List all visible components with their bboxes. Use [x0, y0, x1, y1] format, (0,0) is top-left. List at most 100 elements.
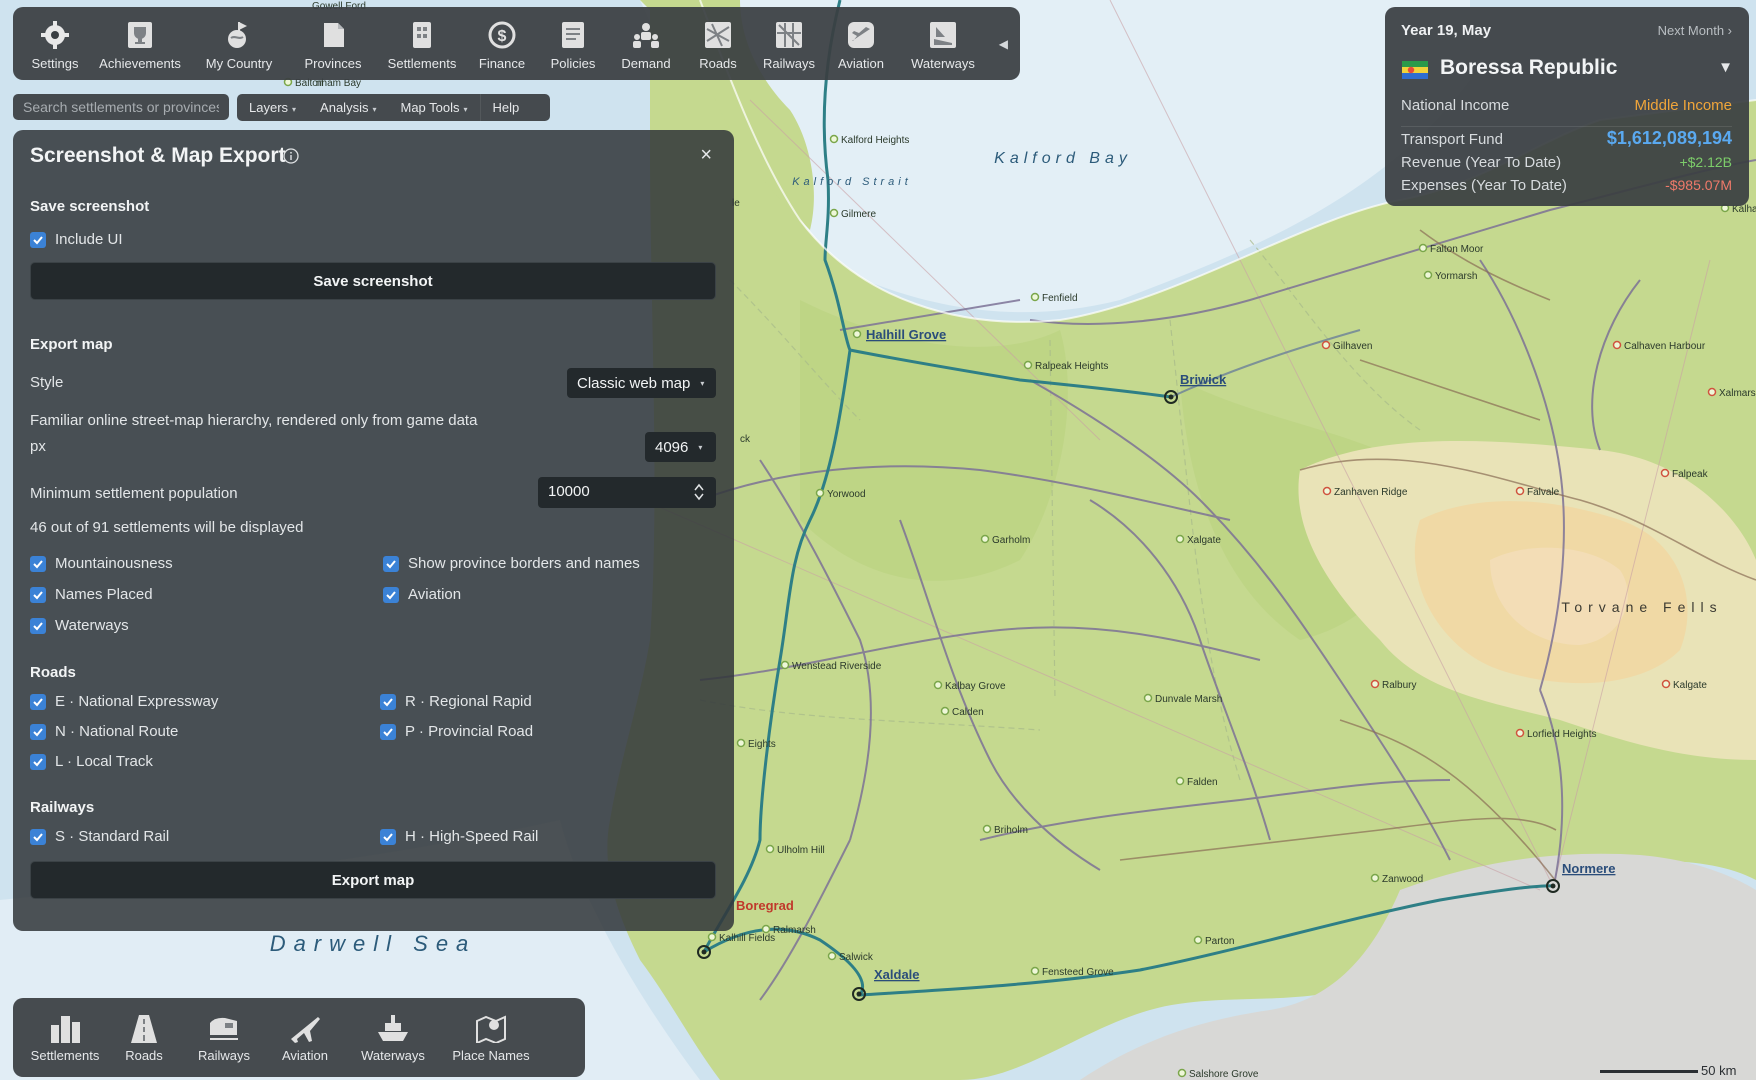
- info-icon[interactable]: [283, 148, 299, 164]
- mountainousness-checkbox[interactable]: Mountainousness: [30, 555, 173, 572]
- settlement-dot[interactable]: [1321, 340, 1331, 350]
- min-population-stepper[interactable]: 10000: [538, 477, 716, 508]
- road-l-checkbox[interactable]: L · Local Track: [30, 753, 153, 770]
- major-city-label[interactable]: Xaldale: [874, 967, 920, 982]
- settlement-label[interactable]: Calden: [952, 707, 984, 718]
- bottom-railways[interactable]: Railways: [185, 998, 263, 1077]
- stepper-arrows-icon[interactable]: [694, 482, 704, 502]
- city-station-center[interactable]: [701, 949, 707, 955]
- toolbar-policies[interactable]: Policies: [537, 7, 609, 80]
- settlement-label[interactable]: Falton Moor: [1430, 244, 1484, 255]
- country-dropdown-icon[interactable]: ▼: [1718, 59, 1733, 76]
- settlement-dot[interactable]: [1143, 693, 1153, 703]
- settlement-label[interactable]: Dunvale Marsh: [1155, 694, 1222, 705]
- bottom-waterways[interactable]: Waterways: [347, 998, 439, 1077]
- city-station-center[interactable]: [1168, 394, 1174, 400]
- save-screenshot-button[interactable]: Save screenshot: [30, 262, 716, 300]
- settlement-dot[interactable]: [980, 534, 990, 544]
- settlement-label[interactable]: Zanwood: [1382, 874, 1423, 885]
- toolbar-waterways[interactable]: Waterways: [897, 7, 989, 80]
- px-select[interactable]: 4096 ▾: [645, 432, 716, 462]
- settlement-dot[interactable]: [1023, 360, 1033, 370]
- toolbar-my-country[interactable]: My Country: [189, 7, 289, 80]
- settlement-dot[interactable]: [707, 932, 717, 942]
- settlement-label[interactable]: Fenfield: [1042, 293, 1078, 304]
- settlement-dot[interactable]: [933, 680, 943, 690]
- settlement-label[interactable]: Kalford Heights: [841, 135, 909, 146]
- settlement-label[interactable]: Yormarsh: [1435, 271, 1477, 282]
- settlement-label[interactable]: Falvale: [1527, 487, 1560, 498]
- settlement-dot[interactable]: [1660, 468, 1670, 478]
- settlement-label[interactable]: Kalbay Grove: [945, 681, 1006, 692]
- include-ui-checkbox[interactable]: Include UI: [30, 231, 123, 248]
- toolbar-demand[interactable]: Demand: [609, 7, 683, 80]
- settlement-dot[interactable]: [1423, 270, 1433, 280]
- next-month-button[interactable]: Next Month ›: [1658, 23, 1732, 38]
- settlement-label[interactable]: Kalhill Fields: [719, 933, 775, 944]
- settlement-label[interactable]: Eights: [748, 739, 776, 750]
- settlement-dot[interactable]: [1707, 387, 1717, 397]
- city-station-center[interactable]: [1550, 883, 1556, 889]
- rail-h-checkbox[interactable]: H · High-Speed Rail: [380, 828, 538, 845]
- bottom-roads[interactable]: Roads: [103, 998, 185, 1077]
- bottom-settlements[interactable]: Settlements: [27, 998, 103, 1077]
- toolbar-roads[interactable]: Roads: [683, 7, 753, 80]
- settlement-label[interactable]: Ulholm Hill: [777, 845, 825, 856]
- settlement-dot[interactable]: [827, 951, 837, 961]
- menu-layers[interactable]: Layers ▾: [237, 100, 308, 115]
- bottom-place-names[interactable]: Place Names: [439, 998, 543, 1077]
- names-placed-checkbox[interactable]: Names Placed: [30, 586, 153, 603]
- road-e-checkbox[interactable]: E · National Expressway: [30, 693, 218, 710]
- settlement-dot[interactable]: [852, 329, 862, 339]
- settlement-dot[interactable]: [1612, 340, 1622, 350]
- settlement-label[interactable]: Ralmarsh: [773, 925, 816, 936]
- toolbar-settings[interactable]: Settings: [19, 7, 91, 80]
- major-city-label[interactable]: Briwick: [1180, 372, 1227, 387]
- rail-s-checkbox[interactable]: S · Standard Rail: [30, 828, 169, 845]
- road-p-checkbox[interactable]: P · Provincial Road: [380, 723, 533, 740]
- settlement-dot[interactable]: [815, 488, 825, 498]
- settlement-dot[interactable]: [761, 924, 771, 934]
- settlement-dot[interactable]: [829, 134, 839, 144]
- major-city-label[interactable]: Boregrad: [736, 898, 794, 913]
- settlement-dot[interactable]: [1193, 935, 1203, 945]
- waterways-checkbox[interactable]: Waterways: [30, 617, 129, 634]
- city-station-center[interactable]: [856, 991, 862, 997]
- menu-analysis[interactable]: Analysis ▾: [308, 100, 388, 115]
- settlement-label[interactable]: Falpeak: [1672, 469, 1709, 480]
- toolbar-provinces[interactable]: Provinces: [289, 7, 377, 80]
- settlement-label[interactable]: Garholm: [992, 535, 1030, 546]
- settlement-label[interactable]: Xalmars: [1719, 388, 1756, 399]
- major-city-label[interactable]: Normere: [1562, 861, 1615, 876]
- settlement-label[interactable]: Zanhaven Ridge: [1334, 487, 1408, 498]
- search-input[interactable]: [13, 94, 229, 120]
- settlement-dot[interactable]: [829, 208, 839, 218]
- settlement-dot[interactable]: [780, 660, 790, 670]
- partial-place-label[interactable]: ck: [740, 434, 751, 445]
- settlement-label[interactable]: Salshore Grove: [1189, 1069, 1259, 1080]
- settlement-dot[interactable]: [1418, 243, 1428, 253]
- settlement-label[interactable]: Yorwood: [827, 489, 866, 500]
- settlement-dot[interactable]: [1175, 776, 1185, 786]
- settlement-dot[interactable]: [736, 738, 746, 748]
- settlement-label[interactable]: Gilhaven: [1333, 341, 1372, 352]
- settlement-dot[interactable]: [1515, 486, 1525, 496]
- settlement-label[interactable]: Gilmere: [841, 209, 876, 220]
- settlement-label[interactable]: Salwick: [839, 952, 874, 963]
- settlement-dot[interactable]: [765, 844, 775, 854]
- settlement-dot[interactable]: [982, 824, 992, 834]
- toolbar-finance[interactable]: $ Finance: [467, 7, 537, 80]
- settlement-label[interactable]: Ralpeak Heights: [1035, 361, 1108, 372]
- settlement-label[interactable]: Fensteed Grove: [1042, 967, 1114, 978]
- toolbar-achievements[interactable]: Achievements: [91, 7, 189, 80]
- settlement-label[interactable]: Ralbury: [1382, 680, 1416, 691]
- settlement-label[interactable]: Lorfield Heights: [1527, 729, 1596, 740]
- settlement-dot[interactable]: [1030, 966, 1040, 976]
- settlement-dot[interactable]: [1322, 486, 1332, 496]
- settlement-label[interactable]: Kalgate: [1673, 680, 1707, 691]
- toolbar-aviation[interactable]: Aviation: [825, 7, 897, 80]
- style-select[interactable]: Classic web map ▾: [567, 368, 716, 398]
- menu-map-tools[interactable]: Map Tools ▾: [388, 100, 479, 115]
- settlement-dot[interactable]: [1515, 728, 1525, 738]
- settlement-dot[interactable]: [940, 706, 950, 716]
